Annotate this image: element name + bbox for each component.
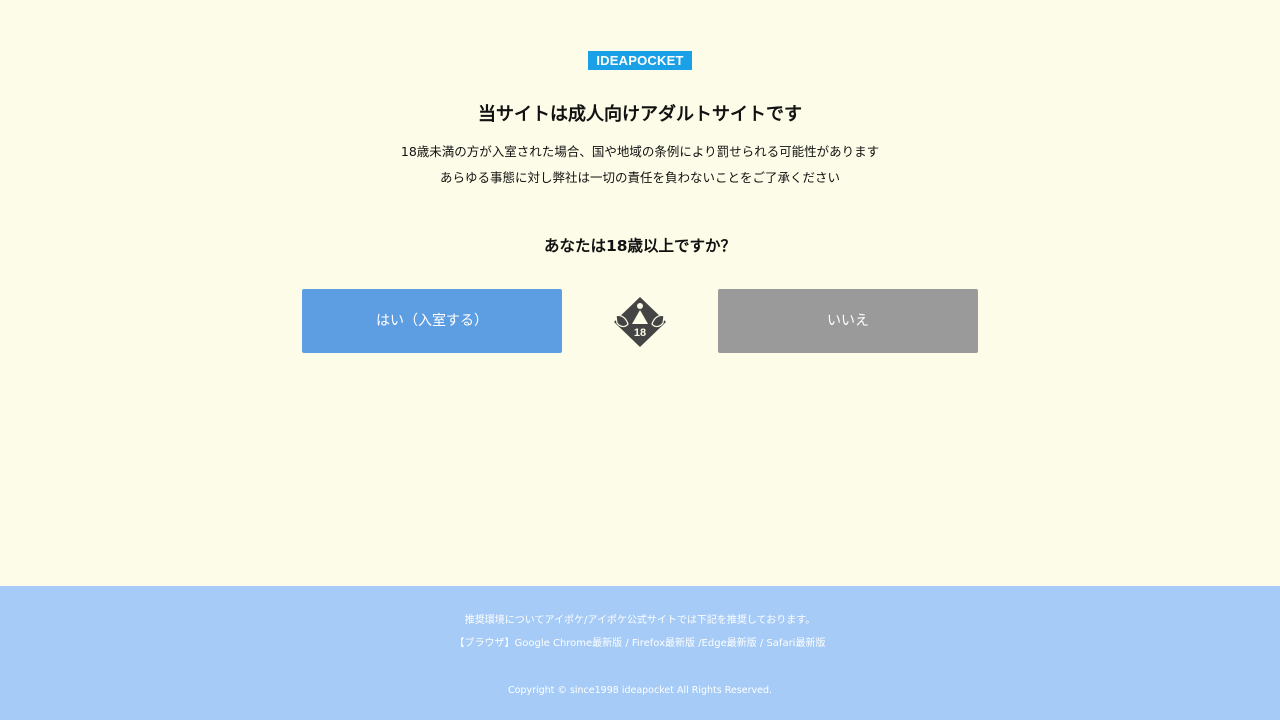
warning-line-2: あらゆる事態に対し弊社は一切の責任を負わないことをご了承ください [439, 170, 840, 185]
footer-browser-list: 【ブラウザ】Google Chrome最新版 / Firefox最新版 /Edg… [454, 638, 826, 649]
age-question: あなたは18歳以上ですか？ [543, 237, 737, 255]
footer-recommend-text: 推奨環境についてアイポケ/アイポケ公式サイトでは下記を推奨しております。 [464, 615, 816, 626]
footer: 推奨環境についてアイポケ/アイポケ公式サイトでは下記を推奨しております。 【ブラ… [0, 586, 1280, 720]
enter-no-button[interactable]: いいえ [718, 289, 978, 353]
enter-yes-button[interactable]: はい（入室する） [302, 289, 562, 353]
badge-18-text: 18 [634, 327, 646, 339]
footer-copyright: Copyright © since1998 ideapocket All Rig… [507, 685, 772, 696]
ideapocket-logo[interactable]: IDEAPOCKET [588, 51, 692, 70]
warning-line-1: 18歳未満の方が入室された場合、国や地域の条例により罰せられる可能性があります [400, 144, 880, 159]
badge-figure-head [637, 303, 643, 309]
adults-only-18-icon: 18 [614, 297, 666, 347]
age-gate-main: IDEAPOCKET 当サイトは成人向けアダルトサイトです 18歳未満の方が入室… [0, 0, 1280, 586]
page-title: 当サイトは成人向けアダルトサイトです [478, 104, 802, 125]
